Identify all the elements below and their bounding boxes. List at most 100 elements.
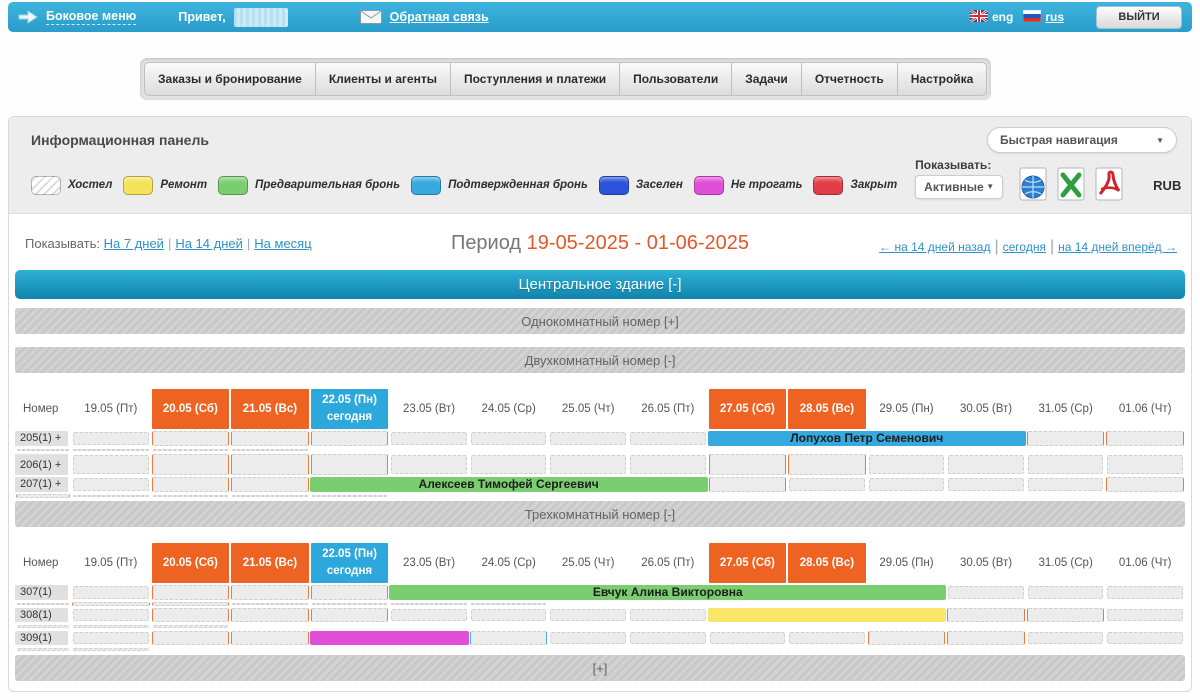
booking-bar[interactable]: Евчук Алина Викторовна	[389, 585, 946, 600]
pdf-export-icon[interactable]	[1093, 167, 1125, 203]
day-cell[interactable]	[391, 432, 467, 445]
day-cell[interactable]	[231, 608, 309, 622]
day-cell[interactable]	[232, 495, 308, 498]
day-cell[interactable]	[73, 455, 149, 474]
lang-rus[interactable]: rus	[1023, 10, 1064, 25]
excel-export-icon[interactable]	[1055, 167, 1087, 203]
day-cell[interactable]	[152, 608, 230, 622]
day-cell[interactable]	[231, 585, 309, 600]
day-cell[interactable]	[17, 648, 69, 652]
section-one-room[interactable]: Однокомнатный номер [+]	[15, 308, 1185, 334]
day-cell[interactable]	[948, 586, 1024, 599]
logout-button[interactable]: выйти	[1096, 6, 1182, 29]
feedback-link[interactable]: Обратная связь	[390, 10, 489, 24]
day-cell[interactable]	[231, 454, 309, 475]
day-cell[interactable]	[311, 431, 389, 446]
day-cell[interactable]	[788, 454, 866, 475]
day-cell[interactable]	[17, 603, 69, 606]
day-cell[interactable]	[312, 495, 388, 498]
day-cell[interactable]	[73, 586, 149, 599]
day-cell[interactable]	[1106, 477, 1184, 492]
tab-reports[interactable]: Отчетность	[802, 62, 898, 96]
day-cell[interactable]	[550, 609, 626, 621]
day-cell[interactable]	[947, 608, 1025, 622]
day-cell[interactable]	[17, 625, 69, 629]
booking-bar[interactable]	[310, 631, 469, 645]
day-cell[interactable]	[152, 477, 230, 492]
day-cell[interactable]	[153, 449, 229, 452]
day-cell[interactable]	[869, 478, 945, 491]
day-cell[interactable]	[152, 454, 230, 475]
day-cell[interactable]	[1028, 632, 1104, 644]
day-cell[interactable]	[391, 609, 467, 621]
room-label[interactable]: 207(1) +	[15, 477, 68, 492]
day-cell[interactable]	[73, 449, 149, 452]
day-cell[interactable]	[1107, 455, 1183, 474]
day-cell[interactable]	[1107, 586, 1183, 599]
day-cell[interactable]	[231, 631, 309, 645]
day-cell[interactable]	[1027, 431, 1105, 446]
section-three-room[interactable]: Трехкомнатный номер [-]	[15, 501, 1185, 527]
day-cell[interactable]	[470, 631, 548, 645]
day-cell[interactable]	[311, 585, 389, 600]
day-cell[interactable]	[73, 648, 149, 652]
tab-tasks[interactable]: Задачи	[732, 62, 802, 96]
quick-nav-select[interactable]: Быстрая навигация ▼	[987, 127, 1177, 153]
day-cell[interactable]	[231, 431, 309, 446]
range-7-days-link[interactable]: На 7 дней	[104, 236, 164, 251]
room-label[interactable]: 307(1)	[15, 585, 68, 600]
day-cell[interactable]	[312, 603, 388, 606]
day-cell[interactable]	[947, 631, 1025, 645]
day-cell[interactable]	[1028, 455, 1104, 474]
day-cell[interactable]	[73, 432, 149, 445]
day-cell[interactable]	[73, 625, 149, 629]
tab-settings[interactable]: Настройка	[898, 62, 988, 96]
day-cell[interactable]	[391, 603, 467, 606]
day-cell[interactable]	[789, 478, 865, 491]
day-cell[interactable]	[709, 477, 787, 492]
lang-eng[interactable]: eng	[970, 10, 1013, 25]
day-cell[interactable]	[630, 455, 706, 474]
day-cell[interactable]	[868, 631, 946, 645]
day-cell[interactable]	[789, 632, 865, 644]
day-cell[interactable]	[232, 603, 308, 606]
nav-back-link[interactable]: ← на 14 дней назад	[879, 240, 990, 254]
active-filter-select[interactable]: Активные ▼	[915, 175, 1003, 199]
day-cell[interactable]	[231, 477, 309, 492]
day-cell[interactable]	[471, 609, 547, 621]
nav-forward-link[interactable]: на 14 дней вперёд →	[1058, 240, 1177, 254]
day-cell[interactable]	[710, 632, 786, 644]
day-cell[interactable]	[471, 603, 547, 606]
day-cell[interactable]	[153, 495, 229, 498]
day-cell[interactable]	[1028, 478, 1104, 491]
room-label[interactable]: 308(1)	[15, 608, 68, 622]
day-cell[interactable]	[73, 478, 149, 491]
web-export-icon[interactable]	[1017, 167, 1049, 203]
day-cell[interactable]	[1107, 632, 1183, 644]
range-month-link[interactable]: На месяц	[254, 236, 311, 251]
room-label[interactable]: 309(1)	[15, 631, 68, 645]
day-cell[interactable]	[550, 632, 626, 644]
day-cell[interactable]	[17, 449, 69, 452]
day-cell[interactable]	[550, 432, 626, 445]
room-label[interactable]: 205(1) +	[15, 431, 68, 446]
day-cell[interactable]	[1107, 609, 1183, 621]
booking-bar[interactable]: Лопухов Петр Семенович	[708, 431, 1026, 446]
day-cell[interactable]	[391, 455, 467, 474]
tab-payments[interactable]: Поступления и платежи	[451, 62, 620, 96]
day-cell[interactable]	[16, 494, 70, 499]
day-cell[interactable]	[152, 602, 230, 607]
day-cell[interactable]	[471, 432, 547, 445]
day-cell[interactable]	[630, 632, 706, 644]
booking-bar[interactable]	[708, 608, 947, 622]
day-cell[interactable]	[1106, 431, 1184, 446]
day-cell[interactable]	[550, 455, 626, 474]
day-cell[interactable]	[152, 431, 230, 446]
day-cell[interactable]	[630, 609, 706, 621]
tab-clients[interactable]: Клиенты и агенты	[316, 62, 451, 96]
day-cell[interactable]	[630, 432, 706, 445]
day-cell[interactable]	[948, 455, 1024, 474]
day-cell[interactable]	[153, 625, 229, 629]
day-cell[interactable]	[1027, 608, 1105, 622]
tab-users[interactable]: Пользователи	[620, 62, 732, 96]
